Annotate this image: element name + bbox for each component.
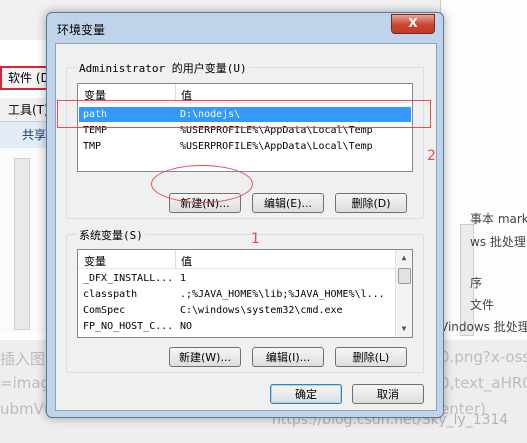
system-edit-button[interactable]: 编辑(I)... xyxy=(252,347,324,367)
variable-value: %USERPROFILE%\AppData\Local\Temp xyxy=(180,141,373,152)
annotation-number-1: 1 xyxy=(251,231,260,247)
variable-value: NO xyxy=(180,321,193,332)
column-header-value[interactable]: 值 xyxy=(181,253,192,269)
background-right-text: 文件 xyxy=(470,298,495,312)
user-delete-button[interactable]: 删除(D) xyxy=(335,193,407,213)
annotation-highlight-ellipse xyxy=(151,165,253,203)
system-variables-list[interactable]: 变量 值 _DFX_INSTALL... 1 classpath .;%JAVA… xyxy=(77,249,413,338)
scroll-thumb[interactable] xyxy=(398,268,411,284)
background-right-text: ws 批处理 xyxy=(470,235,526,249)
environment-variables-dialog: 环境变量 X Administrator 的用户变量(U) 变量 值 path … xyxy=(46,12,444,418)
background-menu-software[interactable]: 软件 (D xyxy=(0,66,48,90)
close-button[interactable]: X xyxy=(391,14,435,34)
variable-name: ComSpec xyxy=(83,305,126,316)
variable-name: _DFX_INSTALL... xyxy=(83,273,174,284)
close-icon: X xyxy=(408,16,418,30)
background-menu-tools[interactable]: 工具(T) xyxy=(0,98,48,122)
system-variable-row[interactable]: FP_NO_HOST_C... NO xyxy=(79,319,394,334)
system-variable-row[interactable]: ComSpec C:\windows\system32\cmd.exe xyxy=(79,303,394,318)
variable-value: 1 xyxy=(180,273,187,284)
list-header: 变量 值 xyxy=(78,250,395,269)
background-right-text: 序 xyxy=(470,276,483,290)
system-list-scrollbar[interactable]: ▲ ▼ xyxy=(395,250,412,337)
background-right-text: 事本 mark xyxy=(470,212,527,226)
system-variables-label: 系统变量(S) xyxy=(77,227,145,243)
background-right-text: Vindows 批处理 xyxy=(440,320,527,334)
background-right-pane xyxy=(440,0,527,340)
variable-name: FP_NO_HOST_C... xyxy=(83,321,174,332)
annotation-highlight-rectangle xyxy=(57,100,431,128)
system-variable-row[interactable]: _DFX_INSTALL... 1 xyxy=(79,271,394,286)
background-editor-line: 0.png?x-oss- xyxy=(440,348,527,366)
column-divider[interactable] xyxy=(175,250,176,268)
variable-value: C:\windows\system32\cmd.exe xyxy=(180,305,343,316)
user-variables-group: Administrator 的用户变量(U) 变量 值 path D:\node… xyxy=(66,60,424,219)
variable-name: classpath xyxy=(83,289,138,300)
user-variable-row[interactable]: TMP %USERPROFILE%\AppData\Local\Temp xyxy=(79,139,411,154)
system-variable-row[interactable]: classpath .;%JAVA_HOME%\lib;%JAVA_HOME%\… xyxy=(79,287,394,302)
column-header-variable[interactable]: 变量 xyxy=(84,253,106,269)
scroll-up-icon[interactable]: ▲ xyxy=(396,250,412,266)
scroll-down-icon[interactable]: ▼ xyxy=(396,321,412,337)
cancel-button[interactable]: 取消 xyxy=(352,384,424,404)
user-variables-label: Administrator 的用户变量(U) xyxy=(77,60,249,76)
annotation-number-2: 2 xyxy=(427,148,436,164)
variable-value: .;%JAVA_HOME%\lib;%JAVA_HOME%\l... xyxy=(180,289,385,300)
dialog-client-area: Administrator 的用户变量(U) 变量 值 path D:\node… xyxy=(55,43,437,411)
background-editor-line: 0,text_aHR0 xyxy=(440,374,527,392)
user-edit-button[interactable]: 编辑(E)... xyxy=(252,193,324,213)
variable-name: TMP xyxy=(83,141,102,152)
ok-button[interactable]: 确定 xyxy=(270,384,342,404)
dialog-titlebar[interactable]: 环境变量 X xyxy=(47,13,443,43)
background-left-scrollbar[interactable] xyxy=(14,158,30,330)
background-share-button[interactable]: 共享 xyxy=(0,122,48,148)
system-delete-button[interactable]: 删除(L) xyxy=(335,347,407,367)
system-variables-group: 系统变量(S) 变量 值 _DFX_INSTALL... 1 classpath… xyxy=(66,227,424,373)
dialog-title: 环境变量 xyxy=(57,23,106,37)
system-new-button[interactable]: 新建(W)... xyxy=(169,347,241,367)
